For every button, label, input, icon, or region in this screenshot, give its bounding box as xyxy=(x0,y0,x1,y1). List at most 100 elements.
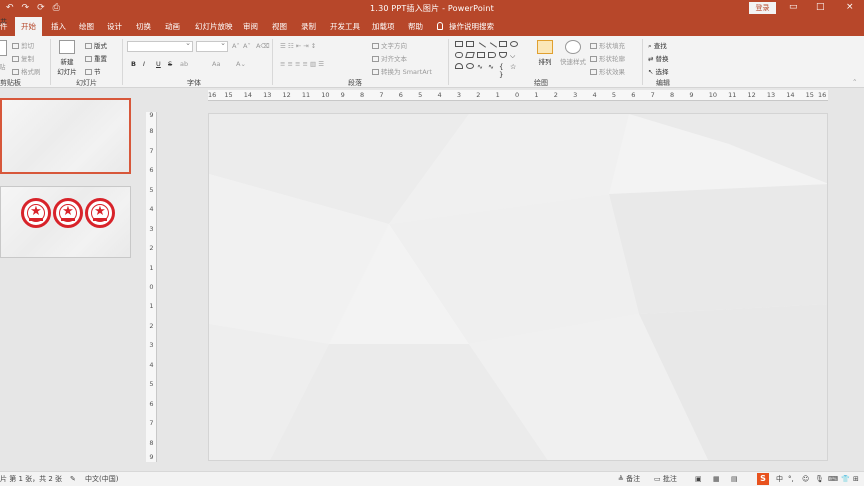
brace-shape-icon[interactable]: { } xyxy=(499,63,507,79)
replace-button[interactable]: ⇄ 替换 xyxy=(648,53,669,63)
ime-mode-cn[interactable]: 中 xyxy=(776,475,783,484)
ribbon-display-options-icon[interactable]: ▭ xyxy=(789,2,798,12)
wave-shape-icon[interactable]: ∿ xyxy=(488,63,496,71)
flowchart-shape-icon[interactable] xyxy=(488,52,496,58)
align-text-button[interactable]: 对齐文本 xyxy=(372,53,407,63)
grid-icon[interactable]: ⊞ xyxy=(853,475,859,484)
connector-shape-icon[interactable] xyxy=(477,52,485,58)
tab-slideshow[interactable]: 幻灯片放映 xyxy=(195,17,233,36)
grow-font-button[interactable]: A˄ xyxy=(232,42,240,50)
new-slide-button[interactable]: 新建 幻灯片 xyxy=(55,40,79,76)
rectangle-shape-icon[interactable] xyxy=(455,41,463,47)
emoji-icon[interactable]: ☺ xyxy=(802,475,809,484)
red-stamp-image: ★ xyxy=(85,198,115,228)
parallelogram-shape-icon[interactable] xyxy=(465,52,475,58)
vertical-ruler[interactable]: 9 8 7 6 5 4 3 2 1 0 1 2 3 4 5 6 7 8 9 xyxy=(146,112,157,462)
slide-background xyxy=(209,114,827,460)
tab-help[interactable]: 帮助 xyxy=(408,17,423,36)
horizontal-ruler[interactable]: 16 15 14 13 12 11 10 9 8 7 6 5 4 3 2 1 0 1 2 3 4 5 6 7 8 9 10 11 12 1… xyxy=(208,90,828,101)
restore-icon[interactable]: □ xyxy=(816,2,825,12)
normal-view-icon[interactable]: ▣ xyxy=(695,475,702,484)
underline-button[interactable]: U xyxy=(156,60,161,68)
shrink-font-button[interactable]: A˅ xyxy=(243,42,251,50)
ruler-tick-label: 14 xyxy=(786,91,795,99)
font-size-combo[interactable] xyxy=(196,39,228,52)
quick-styles-button[interactable]: 快速样式 xyxy=(559,40,587,66)
ruler-tick-label: 4 xyxy=(149,360,154,369)
keyboard-icon[interactable]: ⌨ xyxy=(828,475,838,484)
login-button[interactable]: 登录 xyxy=(749,2,776,14)
tab-file[interactable]: 件 xyxy=(0,17,8,36)
strikethrough-button[interactable]: S xyxy=(168,60,172,68)
slide-canvas[interactable] xyxy=(208,113,828,461)
tab-transitions[interactable]: 切换 xyxy=(136,17,151,36)
callout-shape-icon[interactable] xyxy=(499,52,507,58)
divider xyxy=(448,39,449,85)
pentagon-shape-icon[interactable] xyxy=(455,63,463,69)
reading-view-icon[interactable]: ▤ xyxy=(731,475,738,484)
change-case-button[interactable]: Aa xyxy=(212,60,220,68)
close-icon[interactable]: × xyxy=(846,2,854,12)
oval-shape-icon[interactable] xyxy=(510,41,518,47)
curve-shape-icon[interactable]: ∿ xyxy=(477,63,485,71)
tab-view[interactable]: 视图 xyxy=(272,17,287,36)
char-spacing-button[interactable]: ab xyxy=(180,60,188,68)
section-button[interactable]: 节 xyxy=(85,66,101,76)
circle-shape-icon[interactable] xyxy=(466,63,474,69)
ruler-tick-label: 16 xyxy=(208,91,217,99)
reset-button[interactable]: 重置 xyxy=(85,53,107,63)
layout-button[interactable]: 版式 xyxy=(85,40,107,50)
microphone-icon[interactable]: 🎙 xyxy=(815,475,824,484)
rounded-rect-shape-icon[interactable] xyxy=(455,52,463,58)
tab-design[interactable]: 设计 xyxy=(107,17,122,36)
text-direction-button[interactable]: 文字方向 xyxy=(372,40,407,50)
textbox-shape-icon[interactable] xyxy=(466,41,474,47)
skin-icon[interactable]: 👕 xyxy=(841,475,850,484)
tab-record[interactable]: 录制 xyxy=(301,17,316,36)
language-indicator[interactable]: 中文(中国) xyxy=(85,475,118,484)
convert-smartart-button[interactable]: 转换为 SmartArt xyxy=(372,66,432,76)
sogou-ime-icon[interactable]: S xyxy=(757,473,769,485)
slide-thumbnail-1[interactable] xyxy=(0,98,131,174)
select-button[interactable]: ↖ 选择 xyxy=(648,66,669,76)
paste-button[interactable] xyxy=(0,40,8,58)
font-name-combo[interactable] xyxy=(127,39,193,52)
cut-button[interactable]: 剪切 xyxy=(12,40,34,50)
tab-addins[interactable]: 加载项 xyxy=(372,17,395,36)
arrange-button[interactable]: 排列 xyxy=(535,40,555,66)
ime-punct[interactable]: °, xyxy=(788,475,794,484)
collapse-ribbon-icon[interactable]: ⌃ xyxy=(852,78,857,86)
notes-button[interactable]: ≜ 备注 xyxy=(618,475,640,484)
find-button[interactable]: ⌕ 查找 xyxy=(648,40,667,51)
italic-button[interactable]: I xyxy=(143,60,145,68)
align-buttons[interactable]: ≡ ≡ ≡ ≡ ▥ ☰ xyxy=(280,60,324,68)
spellcheck-icon[interactable]: ✎ xyxy=(70,475,76,484)
tab-draw[interactable]: 绘图 xyxy=(79,17,94,36)
shapes-gallery[interactable]: ⌵ ∿ ∿ { } ☆ xyxy=(453,40,527,79)
star-shape-icon[interactable]: ☆ xyxy=(510,63,518,71)
slide-thumbnail-2[interactable]: ★ ★ ★ xyxy=(0,186,131,258)
tab-home[interactable]: 开始 xyxy=(15,17,42,36)
tab-developer[interactable]: 开发工具 xyxy=(330,17,360,36)
tell-me-search[interactable]: 操作说明搜索 xyxy=(437,17,494,36)
bold-button[interactable]: B xyxy=(131,60,136,68)
format-painter-button[interactable]: 格式刷 xyxy=(12,66,41,76)
arrow-shape-icon[interactable] xyxy=(487,42,497,52)
rect2-shape-icon[interactable] xyxy=(499,41,507,47)
tab-insert[interactable]: 插入 xyxy=(51,17,66,36)
tab-review[interactable]: 审阅 xyxy=(243,17,258,36)
clear-formatting-button[interactable]: A⌫ xyxy=(256,42,270,50)
tab-animations[interactable]: 动画 xyxy=(165,17,180,36)
copy-button[interactable]: 复制 xyxy=(12,53,34,63)
comments-button[interactable]: ▭ 批注 xyxy=(654,475,677,484)
bullets-button[interactable]: ☰ ☷ ⇤ ⇥ ↕ xyxy=(280,42,316,50)
shape-effects-button[interactable]: 形状效果 xyxy=(590,66,625,76)
down-arrow-shape-icon[interactable]: ⌵ xyxy=(510,52,518,60)
shape-outline-button[interactable]: 形状轮廓 xyxy=(590,53,625,63)
line-shape-icon[interactable] xyxy=(476,42,486,52)
ruler-tick-label: 2 xyxy=(553,91,558,99)
font-color-button[interactable]: A⌄ xyxy=(236,60,246,68)
ruler-tick-label: 5 xyxy=(149,380,154,389)
slide-sorter-icon[interactable]: ▦ xyxy=(713,475,720,484)
shape-fill-button[interactable]: 形状填充 xyxy=(590,40,625,50)
